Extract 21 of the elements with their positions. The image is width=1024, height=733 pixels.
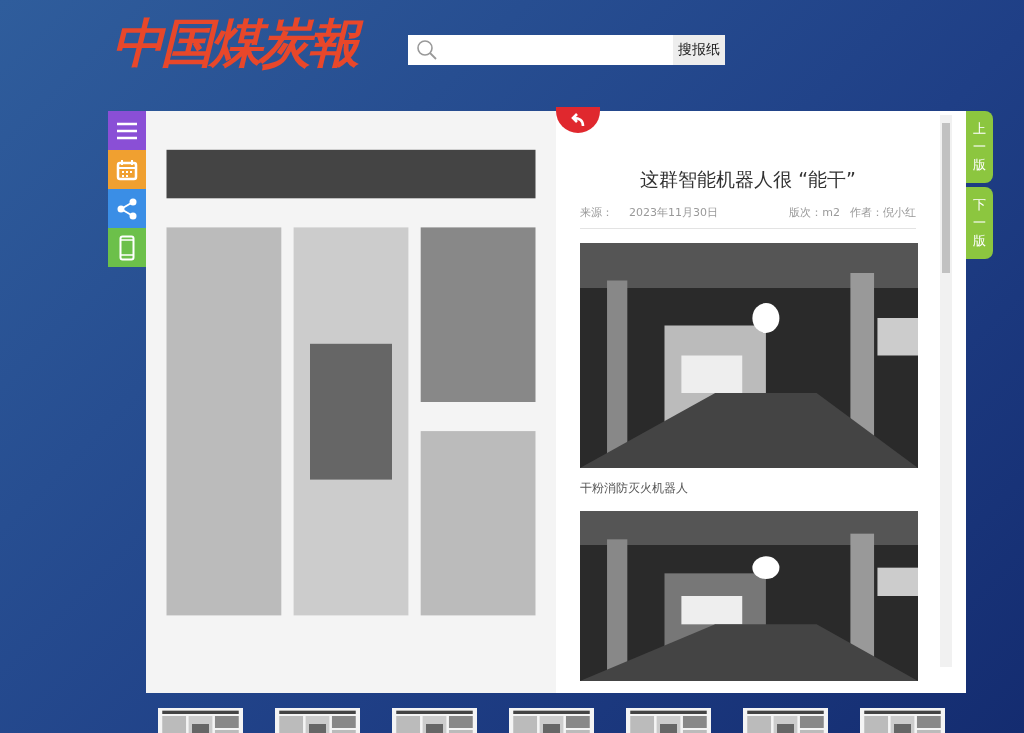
toolbar-button[interactable] xyxy=(108,228,146,267)
share-icon xyxy=(116,197,138,220)
phone-icon xyxy=(119,234,135,261)
toolbar-button[interactable] xyxy=(108,150,146,189)
back-arrow-icon xyxy=(570,113,586,127)
article-date: 2023年11月30日 xyxy=(629,205,718,220)
back-button[interactable] xyxy=(556,107,600,133)
newspaper-logo: 中国煤炭報 xyxy=(112,12,372,74)
menu-icon xyxy=(116,121,138,140)
author-label: 作者：倪小红 xyxy=(850,205,916,220)
search-icon xyxy=(416,39,438,61)
search-button[interactable]: 搜报纸 xyxy=(673,35,725,65)
article-title: 这群智能机器人很 “能干” xyxy=(639,167,857,192)
source-label: 来源： xyxy=(580,205,613,220)
calendar-icon xyxy=(116,158,138,181)
scrollbar[interactable] xyxy=(940,115,952,667)
image-caption: 干粉消防灭火机器人 xyxy=(580,480,689,497)
search-field[interactable]: 搜报纸 xyxy=(408,35,725,65)
toolbar-button[interactable] xyxy=(108,111,146,150)
edition-label: 版次：m2 xyxy=(789,205,840,220)
toolbar-button[interactable] xyxy=(108,189,146,228)
